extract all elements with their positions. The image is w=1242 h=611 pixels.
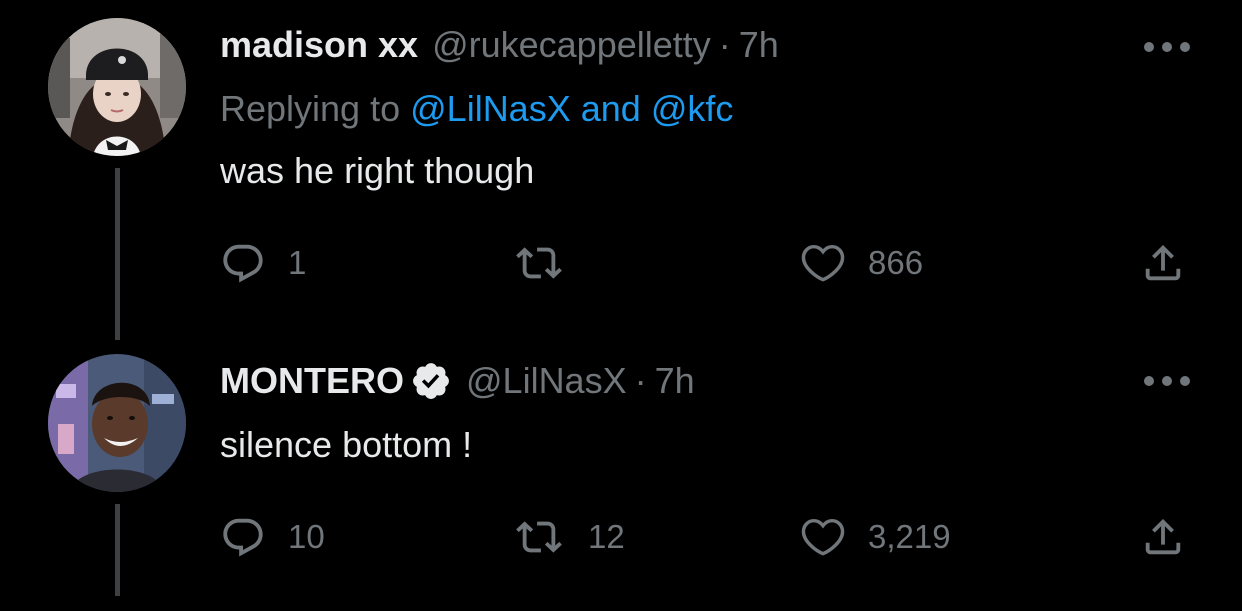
tweet-actions: 10 12 3,219 bbox=[0, 512, 1242, 562]
like-button[interactable]: 866 bbox=[800, 238, 923, 288]
reply-icon bbox=[223, 518, 263, 557]
like-icon bbox=[801, 244, 845, 282]
more-icon bbox=[1144, 42, 1190, 52]
replying-to-label: Replying to bbox=[220, 88, 401, 129]
tweet-header: madison xx @rukecappelletty · 7h bbox=[220, 20, 779, 70]
retweet-button[interactable] bbox=[512, 238, 588, 288]
tweet-actions: 1 866 bbox=[0, 238, 1242, 288]
tweet-text: silence bottom ! bbox=[220, 424, 473, 465]
tweet-text: was he right though bbox=[220, 150, 535, 191]
share-button[interactable] bbox=[1140, 238, 1186, 288]
like-button[interactable]: 3,219 bbox=[800, 512, 951, 562]
tweet-header: MONTERO @LilNasX · 7h bbox=[220, 356, 695, 406]
handle[interactable]: @rukecappelletty bbox=[432, 24, 711, 66]
more-icon bbox=[1144, 376, 1190, 386]
avatar[interactable] bbox=[48, 18, 186, 156]
avatar[interactable] bbox=[48, 354, 186, 492]
share-button[interactable] bbox=[1140, 512, 1186, 562]
separator-dot: · bbox=[718, 24, 731, 65]
share-icon bbox=[1145, 518, 1181, 555]
reply-icon bbox=[223, 244, 263, 283]
display-name[interactable]: madison xx bbox=[220, 24, 418, 66]
replying-joiner: and bbox=[580, 88, 641, 129]
reply-button[interactable]: 1 bbox=[220, 238, 306, 288]
reply-count: 1 bbox=[288, 244, 307, 281]
mention-link[interactable]: @kfc bbox=[651, 88, 734, 130]
more-options-button[interactable] bbox=[1142, 374, 1192, 388]
display-name[interactable]: MONTERO bbox=[220, 360, 404, 402]
mention-link[interactable]: @LilNasX bbox=[410, 88, 571, 130]
separator-dot: · bbox=[634, 360, 647, 401]
like-count: 3,219 bbox=[868, 518, 951, 555]
more-options-button[interactable] bbox=[1142, 40, 1192, 54]
timestamp[interactable]: 7h bbox=[655, 360, 695, 402]
share-icon bbox=[1145, 244, 1181, 281]
handle[interactable]: @LilNasX bbox=[466, 360, 627, 402]
retweet-button[interactable]: 12 bbox=[512, 512, 625, 562]
tweet[interactable]: madison xx @rukecappelletty · 7h Replyin… bbox=[0, 0, 1242, 340]
replying-to: Replying to @LilNasX and @kfc bbox=[220, 84, 733, 134]
reply-count: 10 bbox=[288, 518, 325, 555]
like-count: 866 bbox=[868, 244, 924, 281]
avatar-image bbox=[48, 18, 186, 156]
retweet-count: 12 bbox=[588, 518, 625, 555]
like-icon bbox=[801, 518, 845, 556]
avatar-image bbox=[48, 354, 186, 492]
tweet[interactable]: MONTERO @LilNasX · 7h silence bottom ! 1… bbox=[0, 340, 1242, 611]
verified-badge-icon bbox=[413, 363, 449, 399]
reply-button[interactable]: 10 bbox=[220, 512, 325, 562]
retweet-icon bbox=[516, 247, 562, 279]
retweet-icon bbox=[516, 521, 562, 553]
timestamp[interactable]: 7h bbox=[739, 24, 779, 66]
